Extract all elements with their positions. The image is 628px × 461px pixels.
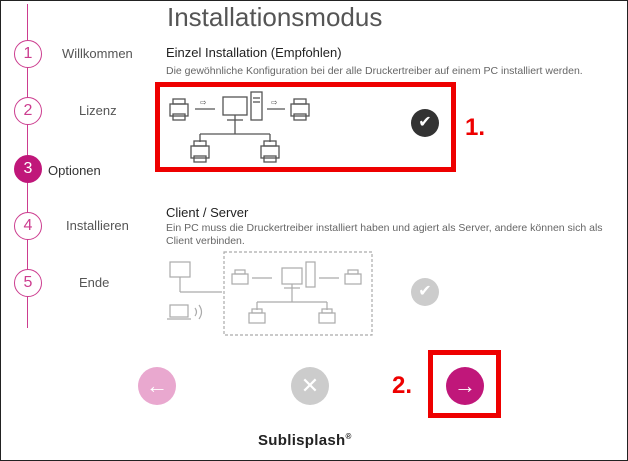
page-title: Installationsmodus bbox=[167, 2, 383, 32]
client-server-option[interactable]: ✔ bbox=[162, 250, 452, 340]
cancel-button[interactable]: ✕ bbox=[291, 367, 329, 405]
step-label: Optionen bbox=[48, 163, 101, 178]
step-welcome[interactable]: 1 Willkommen bbox=[0, 40, 150, 70]
step-label: Installieren bbox=[66, 218, 129, 233]
step-number: 3 bbox=[14, 155, 42, 183]
step-label: Lizenz bbox=[79, 103, 117, 118]
annotation-label-1: 1. bbox=[465, 114, 486, 141]
client-server-diagram bbox=[167, 251, 373, 336]
step-number: 1 bbox=[14, 40, 42, 68]
annotation-label-2: 2. bbox=[392, 372, 413, 399]
brand-mark: ® bbox=[345, 432, 352, 441]
client-server-description: Ein PC muss die Druckertreiber installie… bbox=[166, 222, 603, 247]
single-install-title: Einzel Installation (Empfohlen) bbox=[166, 45, 342, 60]
arrow-left-icon: ← bbox=[146, 373, 168, 398]
step-number: 4 bbox=[14, 212, 42, 240]
step-finish[interactable]: 5 Ende bbox=[0, 269, 150, 299]
client-server-title: Client / Server bbox=[166, 205, 249, 220]
step-label: Willkommen bbox=[62, 46, 133, 61]
annotation-box-2 bbox=[428, 350, 501, 418]
single-install-description: Die gewöhnliche Konfiguration bei der al… bbox=[166, 65, 583, 77]
step-label: Ende bbox=[79, 275, 110, 290]
close-icon: ✕ bbox=[300, 373, 320, 398]
step-options[interactable]: 3 Optionen bbox=[0, 155, 150, 185]
back-button[interactable]: ← bbox=[138, 367, 176, 405]
step-number: 2 bbox=[14, 97, 42, 125]
step-license[interactable]: 2 Lizenz bbox=[0, 97, 150, 127]
brand-logo: Sublisplash® bbox=[258, 432, 352, 449]
brand-name: Sublisplash bbox=[258, 432, 346, 449]
annotation-box-1 bbox=[155, 82, 456, 172]
check-icon: ✔ bbox=[411, 278, 439, 306]
step-number: 5 bbox=[14, 269, 42, 297]
step-install[interactable]: 4 Installieren bbox=[0, 212, 150, 242]
